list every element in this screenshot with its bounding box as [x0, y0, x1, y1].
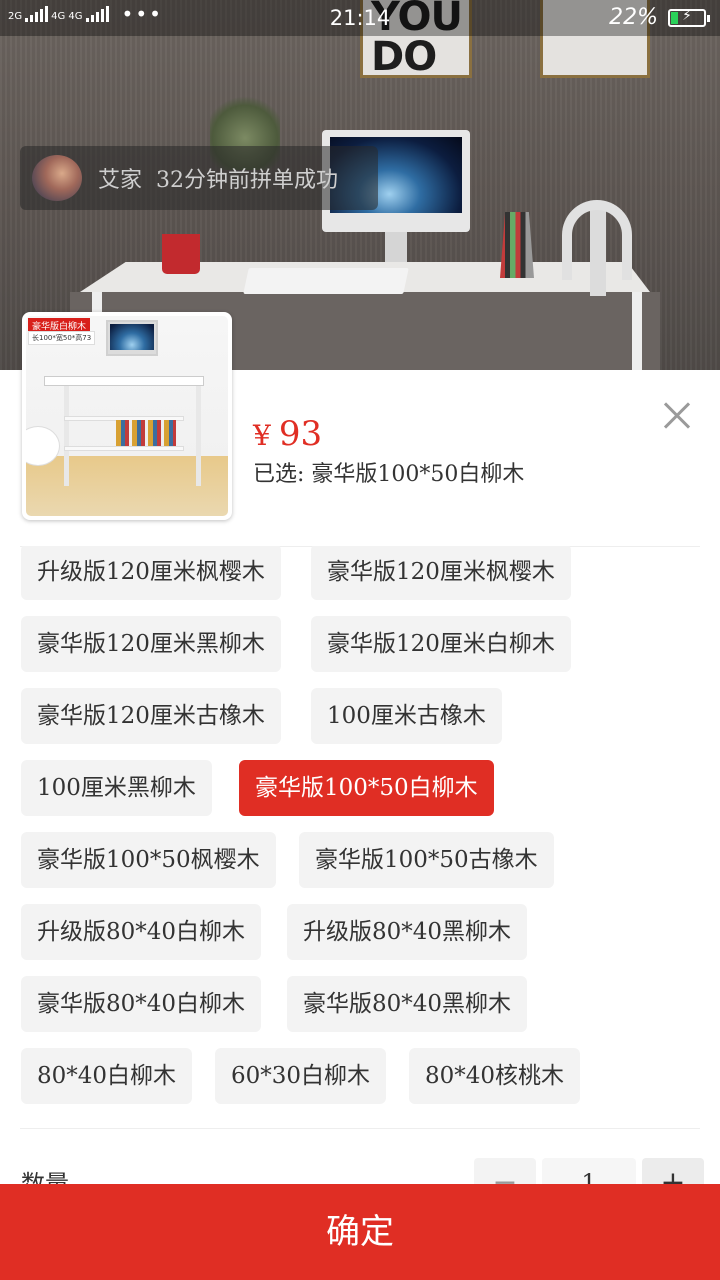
confirm-button[interactable]: 确定	[0, 1184, 720, 1280]
variant-option[interactable]: 豪华版80*40黑柳木	[287, 976, 528, 1032]
variant-option-label: 豪华版100*50枫樱木	[37, 847, 260, 873]
variant-option-label: 80*40核桃木	[425, 1063, 565, 1089]
thumb-shelf	[64, 446, 184, 451]
variant-option[interactable]: 豪华版100*50枫樱木	[21, 832, 276, 888]
variant-option[interactable]: 60*30白柳木	[215, 1048, 387, 1104]
variant-option[interactable]: 豪华版120厘米白柳木	[311, 616, 571, 672]
headphones	[562, 200, 632, 280]
variant-option-label: 100厘米古橡木	[327, 703, 486, 729]
desk-leg	[632, 292, 642, 372]
variant-option[interactable]: 豪华版120厘米黑柳木	[21, 616, 281, 672]
variant-option[interactable]: 升级版120厘米枫樱木	[21, 546, 281, 600]
red-mug	[162, 234, 200, 274]
thumb-desk-leg	[64, 376, 69, 486]
variant-option[interactable]: 100厘米黑柳木	[21, 760, 212, 816]
thumb-monitor-screen	[110, 324, 154, 350]
thumb-desk-leg	[196, 376, 201, 486]
variant-option[interactable]: 升级版80*40黑柳木	[287, 904, 528, 960]
thumb-books	[116, 420, 176, 446]
product-thumbnail[interactable]: 豪华版白柳木 长100*宽50*高73	[22, 312, 232, 520]
variant-option[interactable]: 豪华版100*50古橡木	[299, 832, 554, 888]
group-buy-toast: 艾家 32分钟前拼单成功	[20, 146, 378, 210]
divider	[20, 1128, 700, 1129]
variant-option-label: 100厘米黑柳木	[37, 775, 196, 801]
product-thumbnail-image: 豪华版白柳木 长100*宽50*高73	[26, 316, 228, 516]
variant-option-label: 豪华版100*50古橡木	[315, 847, 538, 873]
variant-options: 升级版120厘米枫樱木 豪华版120厘米枫樱木 豪华版120厘米黑柳木 豪华版1…	[0, 546, 720, 1122]
toast-message: 32分钟前拼单成功	[156, 168, 339, 193]
monitor-stand	[385, 232, 407, 262]
variant-option[interactable]: 80*40白柳木	[21, 1048, 193, 1104]
price: ¥93	[253, 414, 322, 456]
keyboard	[243, 268, 409, 294]
variant-option-label: 升级版80*40白柳木	[37, 919, 246, 945]
pen-holder	[500, 212, 534, 278]
toast-user-name: 艾家	[98, 168, 143, 193]
variant-option-label: 升级版120厘米枫樱木	[37, 559, 265, 585]
battery-icon: ⚡	[668, 8, 710, 27]
variant-option-label: 豪华版120厘米枫樱木	[327, 559, 555, 585]
selected-variant-text: 已选: 豪华版100*50白柳木	[253, 462, 525, 487]
variant-option[interactable]: 豪华版120厘米枫樱木	[311, 546, 571, 600]
variant-option-label: 升级版80*40黑柳木	[303, 919, 512, 945]
thumb-chair	[26, 426, 60, 466]
variant-option-label: 豪华版100*50白柳木	[255, 775, 478, 801]
variant-option-label: 80*40白柳木	[37, 1063, 177, 1089]
thumb-dimensions: 长100*宽50*高73	[28, 331, 96, 345]
variant-option-label: 豪华版80*40白柳木	[37, 991, 246, 1017]
variant-option-label: 60*30白柳木	[231, 1063, 371, 1089]
variant-option[interactable]: 升级版80*40白柳木	[21, 904, 262, 960]
thumb-desk-top	[44, 376, 204, 386]
price-value: 93	[278, 414, 323, 454]
variant-option-label: 豪华版80*40黑柳木	[303, 991, 512, 1017]
variant-option-label: 豪华版120厘米白柳木	[327, 631, 555, 657]
close-icon[interactable]	[656, 394, 698, 436]
variant-option[interactable]: 100厘米古橡木	[311, 688, 502, 744]
variant-option[interactable]: 豪华版120厘米古橡木	[21, 688, 281, 744]
variant-option-label: 豪华版120厘米黑柳木	[37, 631, 265, 657]
variant-option[interactable]: 80*40核桃木	[409, 1048, 581, 1104]
avatar	[32, 155, 82, 201]
currency-symbol: ¥	[253, 419, 271, 452]
battery-percent: 22%	[609, 5, 658, 30]
variant-option-label: 豪华版120厘米古橡木	[37, 703, 265, 729]
status-bar: 2G 4G 4G ••• 21:14 22% ⚡	[0, 0, 720, 36]
variant-option-selected[interactable]: 豪华版100*50白柳木	[239, 760, 494, 816]
variant-option[interactable]: 豪华版80*40白柳木	[21, 976, 262, 1032]
charging-bolt-icon: ⚡	[682, 8, 692, 24]
